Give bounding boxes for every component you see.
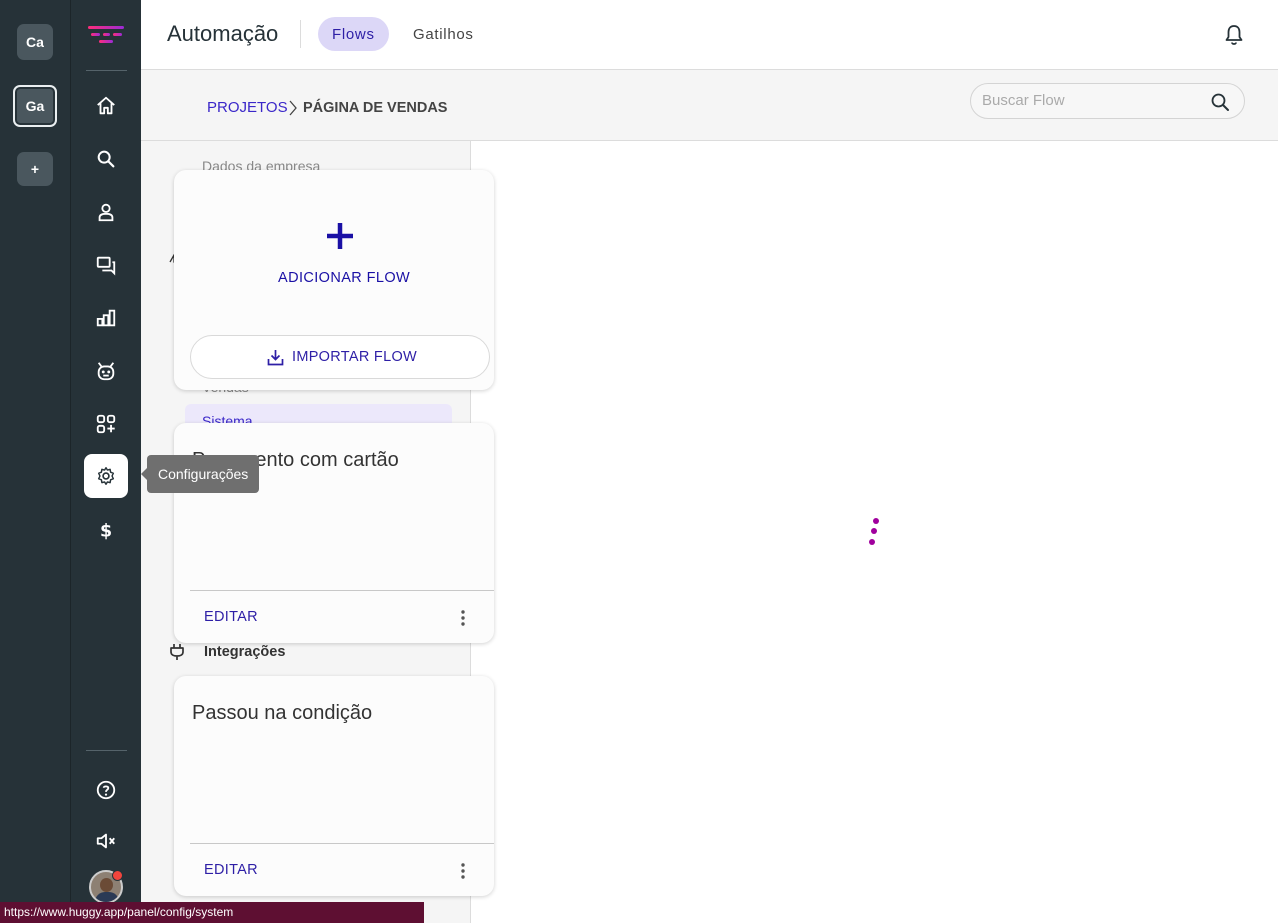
edit-flow-button[interactable]: EDITAR bbox=[204, 862, 258, 878]
chevron-right-icon bbox=[289, 100, 297, 116]
notifications-bell-icon[interactable] bbox=[1224, 24, 1244, 46]
huggy-logo-icon bbox=[88, 26, 124, 43]
tab-flows[interactable]: Flows bbox=[318, 17, 389, 51]
link-status-bar: https://www.huggy.app/panel/config/syste… bbox=[0, 902, 424, 923]
search-icon bbox=[97, 150, 115, 168]
reports-icon bbox=[96, 309, 116, 327]
apps-icon bbox=[96, 414, 116, 434]
contact-icon bbox=[98, 203, 114, 222]
add-flow-button[interactable]: ADICIONAR FLOW bbox=[278, 270, 410, 286]
svg-text:$: $ bbox=[100, 521, 112, 541]
nav-billing-button[interactable]: $ bbox=[84, 508, 128, 552]
plus-icon[interactable] bbox=[324, 220, 356, 252]
billing-icon: $ bbox=[100, 521, 112, 541]
main-nav: $ bbox=[70, 0, 141, 923]
nav-sound-button[interactable] bbox=[84, 819, 128, 863]
nav-contacts-button[interactable] bbox=[84, 190, 128, 234]
nav-divider-bottom bbox=[86, 750, 127, 751]
workspace-ga-button[interactable]: Ga bbox=[13, 85, 57, 127]
tab-gatilhos[interactable]: Gatilhos bbox=[399, 17, 488, 51]
flow-card-divider bbox=[190, 590, 494, 591]
avatar-status-badge bbox=[112, 870, 123, 881]
nav-settings-button[interactable] bbox=[84, 454, 128, 498]
page-title: Automação bbox=[167, 21, 279, 46]
settings-item-integracoes[interactable]: Integrações bbox=[169, 643, 285, 661]
breadcrumb-projetos-link[interactable]: PROJETOS bbox=[207, 99, 288, 116]
nav-bots-button[interactable] bbox=[84, 349, 128, 393]
more-vertical-icon[interactable] bbox=[456, 862, 470, 880]
workspace-ca-button[interactable]: Ca bbox=[17, 24, 53, 60]
flow-title: Passou na condição bbox=[192, 702, 373, 724]
flow-card: Passou na condição EDITAR bbox=[174, 676, 494, 896]
search-box bbox=[970, 83, 1245, 119]
breadcrumb-current: PÁGINA DE VENDAS bbox=[303, 100, 448, 116]
download-icon bbox=[267, 349, 284, 365]
nav-home-button[interactable] bbox=[84, 84, 128, 128]
nav-help-button[interactable] bbox=[84, 768, 128, 812]
breadcrumb-bar: PROJETOS PÁGINA DE VENDAS bbox=[141, 70, 1278, 141]
more-vertical-icon[interactable] bbox=[456, 609, 470, 627]
nav-apps-button[interactable] bbox=[84, 402, 128, 446]
nav-search-button[interactable] bbox=[84, 137, 128, 181]
search-icon[interactable] bbox=[1210, 92, 1230, 112]
avatar-face bbox=[100, 878, 113, 892]
add-flow-card: ADICIONAR FLOW IMPORTAR FLOW bbox=[174, 170, 494, 390]
nav-divider bbox=[86, 70, 127, 71]
settings-tooltip: Configurações bbox=[140, 455, 260, 493]
plug-icon bbox=[170, 644, 184, 660]
search-flow-input[interactable] bbox=[982, 92, 1202, 109]
settings-icon bbox=[97, 467, 115, 485]
header: Automação Flows Gatilhos bbox=[141, 0, 1278, 70]
import-flow-label: IMPORTAR FLOW bbox=[292, 349, 418, 365]
loading-spinner-icon bbox=[869, 518, 879, 545]
header-separator bbox=[300, 20, 301, 48]
flow-card-divider bbox=[190, 843, 494, 844]
home-icon bbox=[97, 96, 115, 115]
mute-icon bbox=[96, 833, 115, 849]
edit-flow-button[interactable]: EDITAR bbox=[204, 609, 258, 625]
settings-item-integracoes-label: Integrações bbox=[204, 644, 286, 660]
nav-chats-button[interactable] bbox=[84, 243, 128, 287]
help-icon bbox=[96, 780, 116, 800]
import-flow-button[interactable]: IMPORTAR FLOW bbox=[190, 335, 490, 379]
workspace-rail: Ca Ga + bbox=[0, 0, 70, 923]
nav-reports-button[interactable] bbox=[84, 296, 128, 340]
chat-icon bbox=[96, 256, 116, 276]
bot-icon bbox=[97, 362, 115, 381]
add-workspace-button[interactable]: + bbox=[17, 152, 53, 186]
